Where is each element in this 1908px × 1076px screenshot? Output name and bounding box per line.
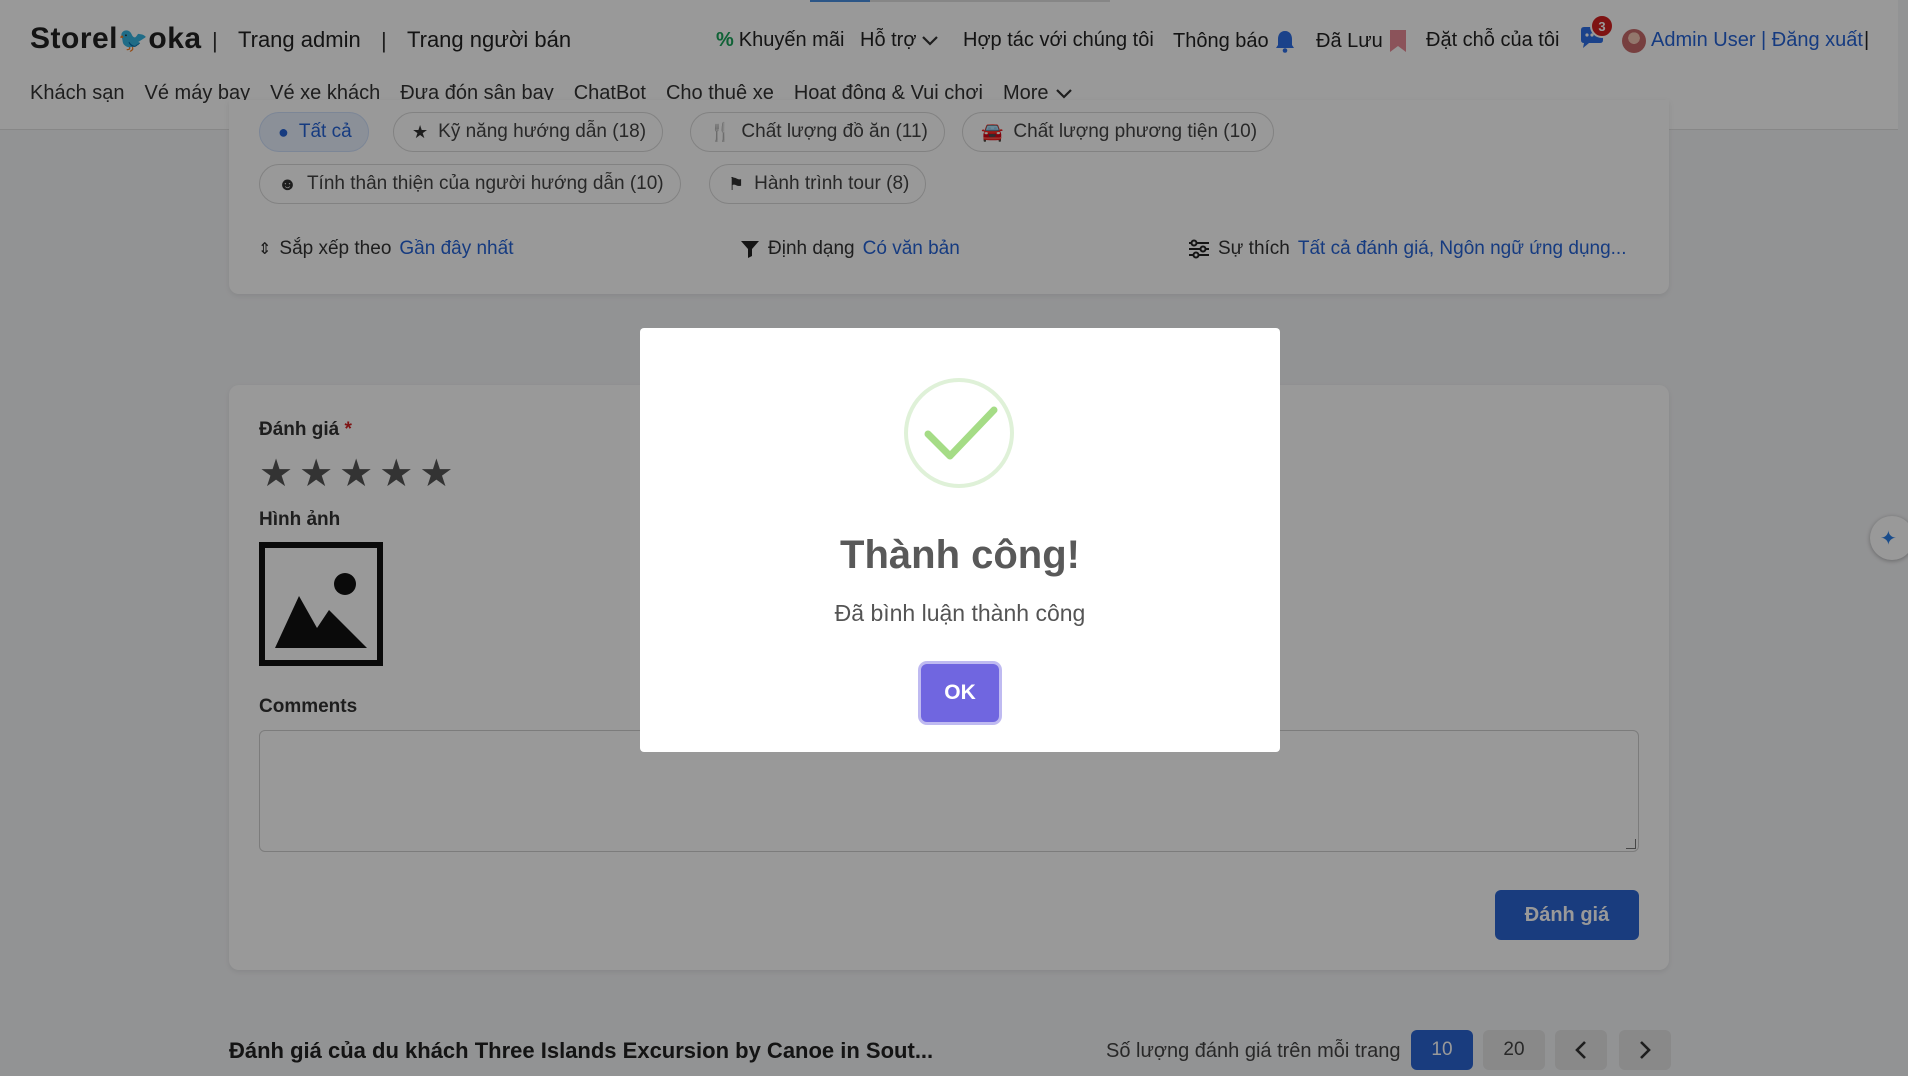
dialog-message: Đã bình luận thành công	[834, 600, 1086, 626]
dialog-title: Thành công!	[840, 533, 1080, 577]
success-dialog: Thành công! Đã bình luận thành công OK	[640, 328, 1280, 752]
success-check-icon	[904, 378, 1014, 488]
ok-button[interactable]: OK	[921, 664, 999, 722]
